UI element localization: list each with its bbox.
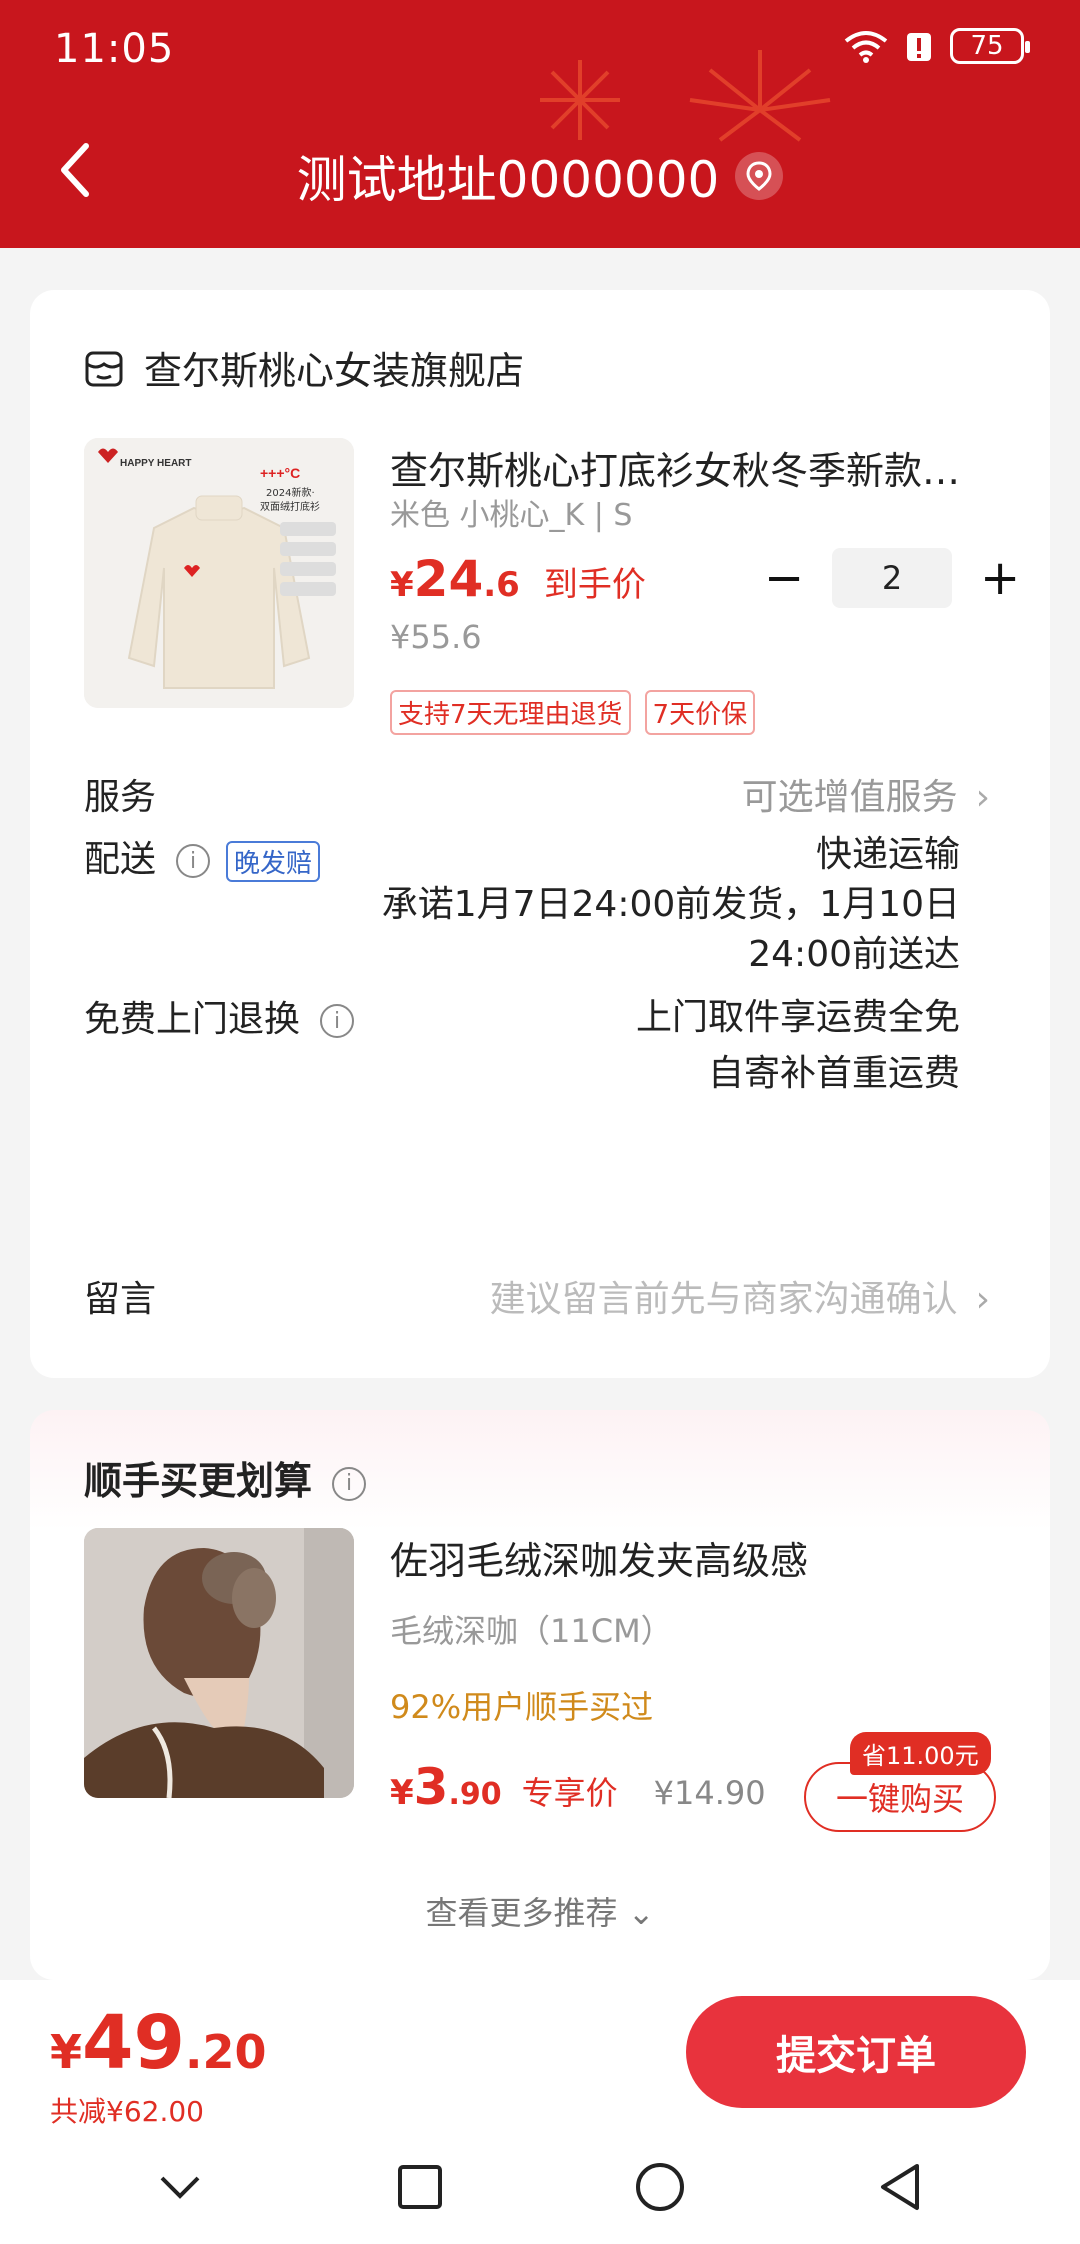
chevron-right-icon: ›	[975, 777, 990, 818]
product-title[interactable]: 查尔斯桃心打底衫女秋冬季新款…	[390, 440, 990, 495]
chevron-right-icon: ›	[975, 1279, 990, 1320]
delivery-label-row: 配送 i 晚发赔	[84, 830, 321, 882]
store-name: 查尔斯桃心女装旗舰店	[144, 349, 525, 393]
page-title: 测试地址0000000	[296, 151, 720, 209]
product-tags: 支持7天无理由退货 7天价保	[390, 690, 756, 735]
return-label: 免费上门退换	[84, 999, 301, 1040]
nav-collapse-button[interactable]	[140, 2147, 220, 2227]
recommend-title: 顺手买更划算 i	[84, 1450, 367, 1505]
product-price: ¥24.6 到手价	[390, 550, 646, 608]
total-discount: 共减¥62.00	[50, 2095, 204, 2128]
wifi-icon	[844, 31, 888, 63]
order-card: 查尔斯桃心女装旗舰店 HAPPY HEART +++°C 2024新款· 双面绒…	[30, 290, 1050, 1378]
recommend-item-social-proof: 92%用户顺手买过	[390, 1688, 654, 1726]
location-icon[interactable]	[735, 152, 784, 200]
address-title-bar[interactable]: 测试地址0000000	[0, 140, 1080, 212]
triangle-back-icon	[881, 2164, 919, 2210]
rec-price-currency: ¥	[390, 1773, 414, 1813]
img-line1: 2024新款·	[266, 486, 315, 499]
chevron-down-icon: ⌄	[627, 1894, 655, 1932]
note-input[interactable]: 建议留言前先与商家沟通确认 ›	[490, 1270, 990, 1322]
delivery-promise-2: 24:00前送达	[748, 934, 960, 975]
brand-text: HAPPY HEART	[120, 458, 192, 469]
store-icon	[85, 351, 123, 386]
price-int: 24	[413, 550, 484, 608]
price-label: 到手价	[543, 565, 646, 605]
save-badge: 省11.00元	[850, 1732, 991, 1775]
info-icon[interactable]: i	[320, 1004, 355, 1038]
service-value: 可选增值服务	[741, 777, 958, 818]
more-recommend-link[interactable]: 查看更多推荐 ⌄	[30, 1888, 1050, 1934]
status-icons: 75	[844, 28, 1030, 64]
late-compensation-badge: 晚发赔	[226, 840, 321, 882]
submit-order-button[interactable]: 提交订单	[686, 1996, 1026, 2108]
rec-price-dec: .90	[448, 1777, 502, 1812]
decrease-button[interactable]: −	[764, 550, 804, 606]
recommend-image[interactable]	[84, 1528, 354, 1798]
quantity-stepper: − 2 +	[764, 548, 1020, 608]
return-label-row: 免费上门退换 i	[84, 990, 355, 1042]
service-option[interactable]: 可选增值服务 ›	[742, 768, 990, 820]
circle-icon	[636, 2163, 684, 2211]
product-sku[interactable]: 米色 小桃心_K | S	[390, 490, 632, 534]
service-label: 服务	[84, 777, 157, 818]
nav-back-button[interactable]	[860, 2147, 940, 2227]
nav-recents-button[interactable]	[380, 2147, 460, 2227]
increase-button[interactable]: +	[980, 550, 1020, 606]
rec-price-label: 专享价	[521, 1774, 618, 1812]
checkout-bar: ¥ 49 .20 共减¥62.00 提交订单	[0, 1980, 1080, 2130]
price-currency: ¥	[390, 565, 414, 605]
square-icon	[398, 2165, 442, 2209]
original-price: ¥55.6	[390, 618, 482, 656]
total-dec: .20	[185, 2025, 267, 2079]
header: 11:05 75 测试地址0000000	[0, 0, 1080, 248]
img-line2: 双面绒打底衫	[260, 500, 320, 513]
rec-original-price: ¥14.90	[653, 1774, 766, 1812]
total-price: ¥ 49 .20	[50, 2000, 267, 2086]
battery-indicator: 75	[950, 28, 1030, 64]
delivery-method: 快递运输	[815, 834, 960, 875]
note-placeholder: 建议留言前先与商家沟通确认	[489, 1279, 958, 1320]
recommend-title-text: 顺手买更划算	[84, 1459, 313, 1503]
store-header[interactable]: 查尔斯桃心女装旗舰店	[84, 340, 524, 395]
delivery-label: 配送	[84, 839, 157, 880]
total-currency: ¥	[50, 2025, 83, 2079]
alert-icon	[907, 33, 931, 61]
info-icon[interactable]: i	[332, 1466, 367, 1501]
status-time: 11:05	[54, 26, 175, 72]
total-int: 49	[82, 2000, 185, 2086]
quantity-input[interactable]: 2	[832, 548, 952, 608]
recommend-item-sku[interactable]: 毛绒深咖（11CM）	[390, 1606, 673, 1652]
price-dec: .6	[483, 565, 520, 605]
more-recommend-label: 查看更多推荐	[425, 1894, 618, 1932]
temp-text: +++°C	[260, 465, 300, 481]
recommend-card: 顺手买更划算 i 佐羽毛绒深咖发夹高级感 毛绒深咖（11CM） 92%用户顺手买过…	[30, 1410, 1050, 1980]
recommend-item-price: ¥3.90 专享价 ¥14.90	[390, 1758, 766, 1816]
return-line-2: 自寄补首重运费	[707, 1053, 960, 1094]
delivery-info: 快递运输 承诺1月7日24:00前发货，1月10日 24:00前送达	[382, 830, 960, 980]
recommend-item-title[interactable]: 佐羽毛绒深咖发夹高级感	[390, 1530, 808, 1585]
info-icon[interactable]: i	[176, 844, 211, 878]
delivery-promise-1: 承诺1月7日24:00前发货，1月10日	[381, 884, 960, 925]
tag-return: 支持7天无理由退货	[390, 690, 631, 735]
tag-price-protect: 7天价保	[644, 690, 756, 735]
chevron-down-icon	[160, 2176, 200, 2199]
system-nav-bar	[0, 2130, 1080, 2244]
return-line-1: 上门取件享运费全免	[635, 997, 960, 1038]
rec-price-int: 3	[413, 1758, 449, 1816]
nav-home-button[interactable]	[620, 2147, 700, 2227]
product-image[interactable]: HAPPY HEART +++°C 2024新款· 双面绒打底衫	[84, 438, 354, 708]
note-label: 留言	[84, 1279, 157, 1320]
return-info: 上门取件享运费全免 自寄补首重运费	[636, 990, 960, 1102]
